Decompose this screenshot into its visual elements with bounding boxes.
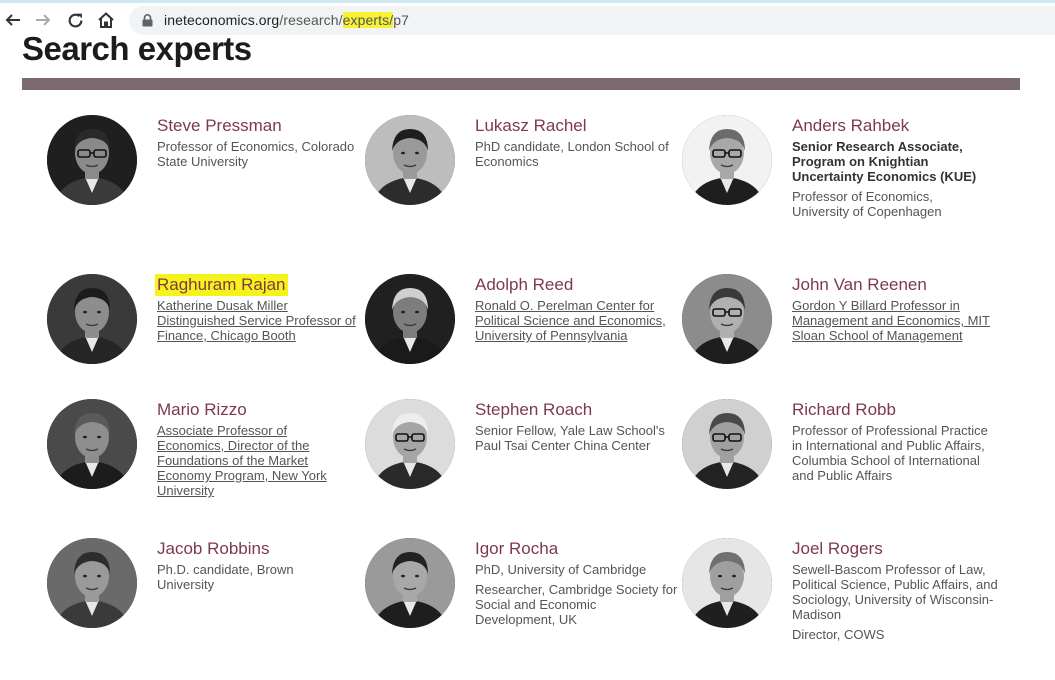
back-arrow-icon[interactable]	[3, 10, 23, 30]
expert-affiliation: Senior Fellow, Yale Law School's Paul Ts…	[475, 423, 665, 453]
expert-info: Richard Robb Professor of Professional Pr…	[792, 399, 992, 483]
expert-photo[interactable]	[47, 274, 137, 364]
expert-info: Adolph Reed Ronald O. Perelman Center for…	[475, 274, 681, 343]
expert-name-link[interactable]: Igor Rocha	[475, 538, 558, 560]
expert-photo[interactable]	[47, 115, 137, 205]
expert-affiliation: PhD, University of Cambridge	[475, 562, 647, 577]
expert-info: Joel Rogers Sewell-Bascom Professor of La…	[792, 538, 1002, 642]
expert-affiliation: Professor of Economics, Colorado State U…	[157, 139, 355, 169]
expert-affiliation: Sewell-Bascom Professor of Law, Politica…	[792, 562, 998, 622]
reload-icon[interactable]	[65, 10, 85, 30]
expert-info: Anders Rahbek Senior Research Associate, …	[792, 115, 992, 219]
expert-affiliation: Senior Research Associate, Program on Kn…	[792, 139, 977, 184]
expert-name-link[interactable]: Mario Rizzo	[157, 399, 247, 421]
url-text[interactable]: ineteconomics.org/research/experts/p7	[164, 12, 409, 28]
title-divider	[22, 78, 1020, 90]
address-bar[interactable]: ineteconomics.org/research/experts/p7	[129, 6, 1055, 35]
expert-name-link[interactable]: Adolph Reed	[475, 274, 573, 296]
expert-name-link[interactable]: Richard Robb	[792, 399, 896, 421]
expert-name-link[interactable]: Joel Rogers	[792, 538, 883, 560]
expert-affiliation: Director, COWS	[792, 627, 885, 642]
expert-photo[interactable]	[365, 538, 455, 628]
expert-name-link[interactable]: John Van Reenen	[792, 274, 927, 296]
expert-affiliation: Ph.D. candidate, Brown University	[157, 562, 294, 592]
expert-photo[interactable]	[682, 399, 772, 489]
expert-info: Mario Rizzo Associate Professor of Econom…	[157, 399, 341, 498]
expert-info: John Van Reenen Gordon Y Billard Professo…	[792, 274, 992, 343]
page-title-highlight: experts	[131, 30, 282, 67]
expert-photo[interactable]	[47, 538, 137, 628]
expert-name-link[interactable]: Lukasz Rachel	[475, 115, 587, 137]
expert-info: Igor Rocha PhD, University of Cambridge Re…	[475, 538, 679, 627]
expert-photo[interactable]	[365, 274, 455, 364]
expert-photo[interactable]	[365, 115, 455, 205]
expert-info: Steve Pressman Professor of Economics, Co…	[157, 115, 357, 169]
expert-affiliation: PhD candidate, London School of Economic…	[475, 139, 669, 169]
expert-affiliation: Professor of Professional Practice in In…	[792, 423, 988, 483]
home-icon[interactable]	[96, 10, 116, 30]
expert-affiliation-link[interactable]: Katherine Dusak Miller Distinguished Ser…	[157, 298, 357, 343]
page-title-text: Search	[22, 30, 130, 67]
expert-affiliation: Researcher, Cambridge Society for Social…	[475, 582, 678, 627]
expert-photo[interactable]	[47, 399, 137, 489]
expert-name-link[interactable]: Stephen Roach	[475, 399, 592, 421]
expert-photo[interactable]	[682, 274, 772, 364]
expert-info: Jacob Robbins Ph.D. candidate, Brown Univ…	[157, 538, 317, 592]
expert-name-link[interactable]: Anders Rahbek	[792, 115, 909, 137]
expert-info: Raghuram Rajan Katherine Dusak Miller Dis…	[155, 274, 357, 343]
expert-photo[interactable]	[682, 115, 772, 205]
forward-arrow-icon[interactable]	[33, 10, 53, 30]
expert-name-link[interactable]: Raghuram Rajan	[155, 274, 288, 296]
expert-affiliation-link[interactable]: Associate Professor of Economics, Direct…	[157, 423, 341, 498]
browser-tab-strip	[0, 0, 1055, 3]
expert-affiliation: Professor of Economics, University of Co…	[792, 189, 942, 219]
page-title: Search experts	[22, 30, 282, 68]
expert-photo[interactable]	[365, 399, 455, 489]
expert-affiliation-link[interactable]: Ronald O. Perelman Center for Political …	[475, 298, 681, 343]
expert-name-link[interactable]: Steve Pressman	[157, 115, 282, 137]
expert-name-link[interactable]: Jacob Robbins	[157, 538, 269, 560]
expert-photo[interactable]	[682, 538, 772, 628]
expert-info: Lukasz Rachel PhD candidate, London Schoo…	[475, 115, 675, 169]
expert-info: Stephen Roach Senior Fellow, Yale Law Sch…	[475, 399, 675, 453]
expert-affiliation-link[interactable]: Gordon Y Billard Professor in Management…	[792, 298, 992, 343]
